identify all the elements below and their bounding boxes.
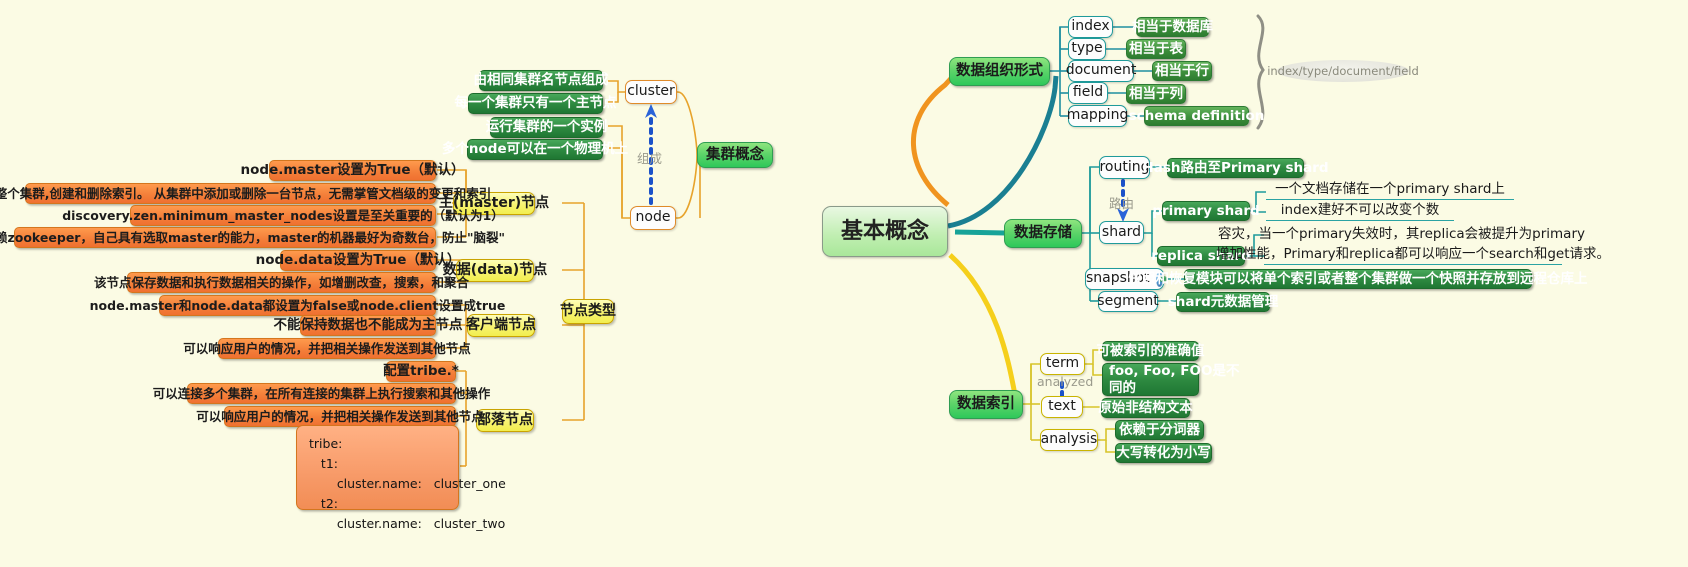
- leaf-term-1[interactable]: 可被索引的准确值: [1097, 341, 1205, 361]
- leaf-mapping-desc[interactable]: schema definition: [1129, 106, 1264, 126]
- leaf-data-1[interactable]: node.data设置为True（默认）: [256, 250, 460, 271]
- node-mapping[interactable]: mapping: [1067, 105, 1128, 127]
- node-client-type[interactable]: 客户端节点: [466, 314, 536, 337]
- leaf-client-1[interactable]: node.master和node.data都设置为false或node.clie…: [90, 295, 505, 316]
- leaf-type-desc[interactable]: 相当于表: [1126, 39, 1186, 59]
- leaf-field-desc[interactable]: 相当于列: [1126, 84, 1186, 104]
- leaf-document-desc[interactable]: 相当于行: [1152, 61, 1212, 81]
- leaf-node-1[interactable]: 运行集群的一个实例: [486, 117, 607, 138]
- node-term[interactable]: term: [1040, 353, 1085, 375]
- leaf-primary-shard-1[interactable]: 一个文档存储在一个primary shard上: [1266, 181, 1514, 200]
- node-type[interactable]: type: [1068, 38, 1106, 60]
- relation-label-compose: 组成: [637, 151, 663, 166]
- leaf-tribe-config-code[interactable]: tribe: t1: cluster.name: cluster_one t2:…: [296, 425, 506, 531]
- leaf-cluster-2[interactable]: 每一个集群只有一个主节点: [455, 93, 617, 114]
- branch-cluster-concept[interactable]: 集群概念: [697, 142, 773, 168]
- leaf-cluster-1[interactable]: 由相同集群名节点组成: [474, 70, 609, 91]
- node-analysis[interactable]: analysis: [1040, 429, 1098, 451]
- leaf-routing-desc[interactable]: Hash路由至Primary shard: [1142, 158, 1329, 178]
- leaf-segment-desc[interactable]: shard元数据管理: [1168, 292, 1278, 312]
- leaf-master-1[interactable]: node.master设置为True（默认）: [241, 160, 464, 181]
- node-segment[interactable]: segment: [1097, 291, 1159, 312]
- branch-data-storage[interactable]: 数据存储: [1004, 219, 1082, 248]
- node-field[interactable]: field: [1068, 82, 1108, 104]
- leaf-tribe-1[interactable]: 配置tribe.*: [383, 361, 459, 382]
- leaf-text-1[interactable]: 原始非结构文本: [1098, 398, 1193, 418]
- leaf-tribe-2[interactable]: 可以连接多个集群，在所有连接的集群上执行搜索和其他操作: [153, 383, 490, 404]
- node-shard[interactable]: shard: [1099, 221, 1144, 244]
- node-text[interactable]: text: [1041, 396, 1083, 418]
- leaf-client-3[interactable]: 可以响应用户的情况，并把相关操作发送到其他节点: [183, 338, 471, 359]
- leaf-tribe-3[interactable]: 可以响应用户的情况，并把相关操作发送到其他节点: [196, 406, 484, 427]
- leaf-replica-shard-2[interactable]: 增加性能，Primary和replica都可以响应一个search和get请求。: [1216, 246, 1610, 265]
- leaf-master-4[interactable]: 集群不依赖zookeeper，自己具有选取master的能力，master的机器…: [0, 227, 505, 248]
- leaf-master-3[interactable]: discovery.zen.minimum_master_nodes设置是至关重…: [62, 205, 504, 226]
- leaf-analysis-1[interactable]: 依赖于分词器: [1115, 420, 1204, 440]
- node-primary-shard[interactable]: primary shard: [1152, 201, 1260, 221]
- leaf-snapshot-desc[interactable]: 快照和恢复模块可以将单个索引或者整个集群做一个快照并存放到远程仓库上: [1129, 269, 1588, 289]
- summary-label-index-path: index/type/document/field: [1267, 60, 1419, 82]
- branch-data-organization[interactable]: 数据组织形式: [949, 57, 1050, 86]
- node-document[interactable]: document: [1066, 60, 1136, 82]
- central-node[interactable]: 基本概念: [822, 206, 948, 257]
- leaf-primary-shard-2[interactable]: index建好不可以改变个数: [1266, 202, 1454, 221]
- leaf-node-2[interactable]: 多个node可以在一个物理机上: [442, 139, 628, 160]
- node-tribe-type[interactable]: 部落节点: [476, 409, 534, 432]
- node-index[interactable]: index: [1068, 16, 1113, 38]
- leaf-master-2[interactable]: 控制整个集群,创建和删除索引。 从集群中添加或删除一台节点，无需掌管文档级的变更…: [0, 183, 491, 204]
- leaf-replica-shard-1[interactable]: 容灾，当一个primary失效时，其replica会被提升为primary: [1218, 225, 1585, 244]
- leaf-client-2[interactable]: 不能保持数据也不能成为主节点: [274, 315, 463, 336]
- branch-data-index[interactable]: 数据索引: [949, 390, 1023, 419]
- mindmap-canvas: 基本概念 集群概念 cluster node 由相同集群名节点组成 每一个集群只…: [0, 0, 1688, 567]
- node-node[interactable]: node: [630, 206, 676, 230]
- branch-node-types[interactable]: 节点类型: [560, 299, 616, 324]
- leaf-analysis-2[interactable]: 大写转化为小写: [1115, 443, 1212, 463]
- node-cluster[interactable]: cluster: [625, 80, 677, 104]
- relation-label-routing: 路由: [1109, 196, 1135, 211]
- leaf-data-2[interactable]: 该节点保存数据和执行数据相关的操作，如增删改查，搜索，和聚合: [94, 272, 469, 293]
- leaf-term-2[interactable]: foo, Foo, FOO是不 同的: [1102, 363, 1239, 396]
- relation-label-analyzed: analyzed: [1037, 374, 1094, 389]
- leaf-index-desc[interactable]: 相当于数据库: [1132, 17, 1213, 37]
